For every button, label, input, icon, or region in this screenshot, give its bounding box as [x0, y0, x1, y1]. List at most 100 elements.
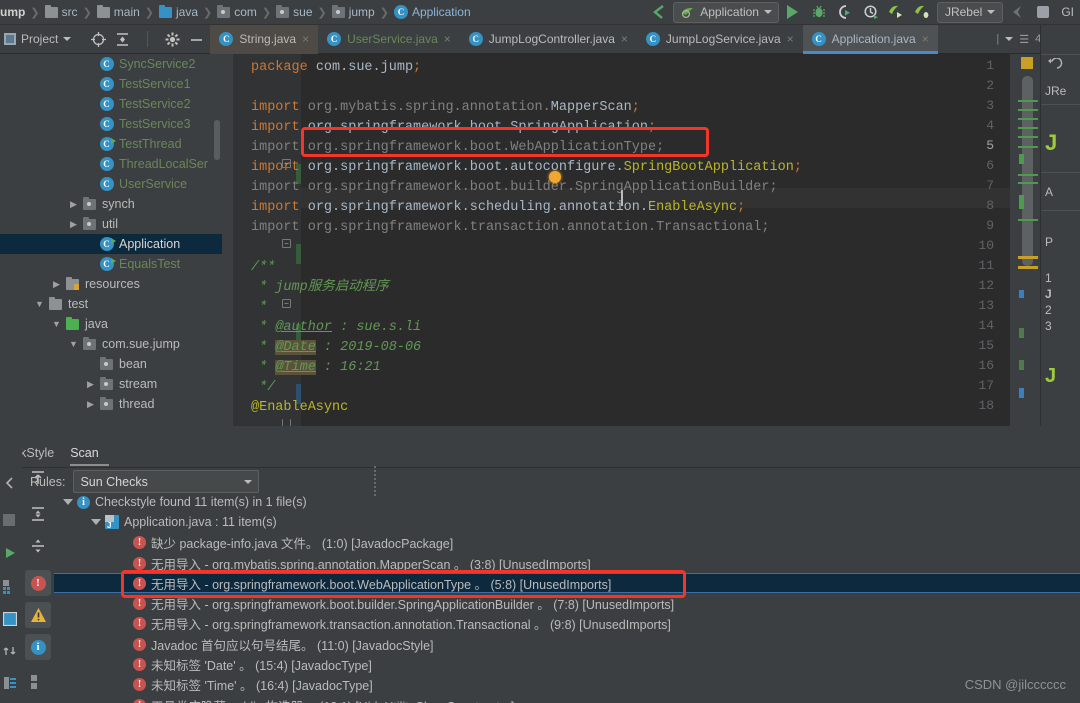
tree-item-bean[interactable]: bean [0, 354, 222, 374]
tree-item-resources[interactable]: ▶ resources [0, 274, 222, 294]
result-row[interactable]: i Checkstyle found 11 item(s) in 1 file(s… [54, 492, 1080, 512]
code-line[interactable]: import org.springframework.scheduling.an… [251, 198, 745, 218]
code-line[interactable]: import org.springframework.boot.SpringAp… [251, 118, 656, 138]
breadcrumb-item-ump[interactable]: ump ❯ [0, 5, 45, 19]
tab-scan[interactable]: Scan [70, 446, 109, 466]
jrebel-run-button[interactable] [885, 1, 909, 23]
result-row[interactable]: Application.java : 11 item(s) [54, 512, 1080, 532]
result-row[interactable]: ! 未知标签 'Time' 。 (16:4) [JavadocType] [54, 675, 1080, 695]
tree-expand-arrow[interactable]: ▼ [68, 339, 79, 349]
code-editor[interactable]: 1 2 3 4 5 6 7 8 9 10 11 12 13 14 15 16 17 18 package com.… [233, 54, 1040, 426]
collapse-all-icon[interactable] [115, 32, 130, 47]
tree-expand-arrow[interactable]: ▶ [85, 399, 96, 410]
jrebel-panel-label[interactable]: JRe [1045, 84, 1066, 98]
code-line[interactable]: /** [251, 258, 275, 278]
code-line[interactable]: * @Date : 2019-08-06 [251, 338, 421, 358]
tab-string-java[interactable]: C String.java × [210, 24, 319, 54]
tree-item-test[interactable]: ▼ test [0, 294, 222, 314]
code-line[interactable]: import org.springframework.boot.WebAppli… [251, 138, 664, 158]
close-icon[interactable]: × [444, 32, 451, 46]
breadcrumb-item-java[interactable]: java ❯ [159, 4, 217, 19]
database-icon[interactable] [3, 676, 19, 692]
code-line[interactable]: * jump服务启动程序 [251, 278, 389, 298]
breadcrumb-item-com[interactable]: com ❯ [217, 4, 276, 19]
tab-list-icon[interactable]: ☰ [1019, 33, 1029, 46]
fold-marker-javadoc-end[interactable] [281, 418, 292, 426]
result-row[interactable]: ! Javadoc 首句应以句号结尾。 (11:0) [JavadocStyle] [54, 634, 1080, 654]
tree-expand-arrow[interactable]: ▶ [85, 379, 96, 390]
code-line[interactable]: */ [251, 378, 275, 398]
code-line[interactable]: * @author : sue.s.li [251, 318, 421, 338]
tree-item-testservice1[interactable]: C TestService1 [0, 74, 222, 94]
update-icon[interactable] [3, 644, 19, 660]
tree-item-syncservice2[interactable]: C SyncService2 [0, 54, 222, 74]
tree-item-threadlocalser[interactable]: C ThreadLocalSer [0, 154, 222, 174]
close-icon[interactable]: × [621, 32, 628, 46]
tab-userservice-java[interactable]: C UserService.java × [318, 25, 460, 54]
tree-expand-arrow[interactable]: ▶ [51, 279, 62, 290]
result-expand-arrow[interactable] [90, 519, 102, 526]
tab-application-java[interactable]: C Application.java × [802, 24, 938, 54]
right-tool-panel[interactable]: JRe J A P 1 J 2 3 J [1040, 25, 1080, 426]
fold-marker-imports[interactable]: − [281, 158, 292, 169]
tree-expand-arrow[interactable]: ▶ [68, 199, 79, 210]
analysis-strip[interactable] [1010, 54, 1040, 426]
filter-errors-button[interactable]: ! [25, 570, 51, 596]
code-line[interactable]: package com.sue.jump; [251, 58, 421, 78]
close-icon[interactable]: × [302, 32, 309, 46]
intention-bulb-icon[interactable] [549, 171, 561, 183]
inspection-status-icon[interactable] [1021, 57, 1033, 69]
checkstyle-results-tree[interactable]: i Checkstyle found 11 item(s) in 1 file(s… [54, 492, 1080, 703]
code-line[interactable]: import org.springframework.transaction.a… [251, 218, 769, 238]
breadcrumb-item-main[interactable]: main ❯ [96, 4, 159, 19]
result-row[interactable]: ! 工具类应隐藏 public 构造器。 (18:1) [HideUtilityC… [54, 695, 1080, 703]
tree-item-application[interactable]: C Application [0, 234, 222, 254]
tree-expand-arrow[interactable]: ▶ [68, 219, 79, 230]
grid-small-icon[interactable] [28, 672, 48, 692]
tree-item-com-sue-jump[interactable]: ▼ com.sue.jump [0, 334, 222, 354]
fold-marker-imports-end[interactable]: − [281, 238, 292, 249]
tree-item-thread[interactable]: ▶ thread [0, 394, 222, 414]
tree-expand-arrow[interactable]: ▼ [34, 299, 45, 309]
project-tree[interactable]: C SyncService2 C TestService1 C TestService2 C… [0, 54, 222, 426]
code-line[interactable]: import org.springframework.boot.autoconf… [251, 158, 802, 178]
locate-icon[interactable] [91, 31, 107, 47]
collapse-left-icon[interactable] [3, 476, 19, 492]
code-line[interactable]: @EnableAsync [251, 398, 348, 418]
result-row[interactable]: ! 无用导入 - org.springframework.boot.WebAppl… [54, 573, 1080, 594]
scan-current-file-icon[interactable] [28, 468, 48, 488]
result-row[interactable]: ! 无用导入 - org.springframework.transaction.… [54, 614, 1080, 634]
jrebel-selector[interactable]: JRebel [936, 1, 1004, 23]
tab-jumplogcontroller-java[interactable]: C JumpLogController.java × [460, 25, 637, 54]
tree-expand-arrow[interactable]: ▼ [51, 319, 62, 329]
tree-item-testservice2[interactable]: C TestService2 [0, 94, 222, 114]
run-with-coverage-button[interactable] [833, 1, 857, 23]
code-line[interactable]: import org.mybatis.spring.annotation.Map… [251, 98, 640, 118]
tab-jumplogservice-java[interactable]: C JumpLogService.java × [637, 25, 803, 54]
tree-item-synch[interactable]: ▶ synch [0, 194, 222, 214]
run-button[interactable] [781, 1, 805, 23]
grid-icon[interactable] [3, 580, 19, 596]
tree-item-testthread[interactable]: C TestThread [0, 134, 222, 154]
close-icon[interactable]: × [787, 32, 794, 46]
code-line[interactable]: * @Time : 16:21 [251, 358, 381, 378]
result-row[interactable]: ! 无用导入 - org.mybatis.spring.annotation.Ma… [54, 553, 1080, 573]
result-row[interactable]: ! 未知标签 'Date' 。 (15:4) [JavadocType] [54, 654, 1080, 674]
run-configuration-selector[interactable]: Application [673, 1, 779, 23]
terminal-icon[interactable] [2, 611, 19, 628]
tree-item-testservice3[interactable]: C TestService3 [0, 114, 222, 134]
project-tool-window-header[interactable]: Project [0, 32, 72, 46]
result-expand-arrow[interactable] [62, 499, 74, 506]
expand-all-icon[interactable] [28, 504, 48, 524]
breadcrumb-item-jump[interactable]: jump ❯ [331, 4, 394, 19]
undo-icon[interactable] [1045, 57, 1063, 75]
tree-item-equalstest[interactable]: C EqualsTest [0, 254, 222, 274]
fold-marker-javadoc[interactable]: − [281, 298, 292, 309]
collapse-all-icon[interactable] [28, 536, 48, 556]
structure-icon[interactable] [3, 514, 15, 526]
breadcrumb-item-application[interactable]: C Application [393, 5, 471, 19]
result-row[interactable]: ! 缺少 package-info.java 文件。 (1:0) [Javadoc… [54, 533, 1080, 553]
jrebel-debug-button[interactable] [911, 1, 935, 23]
tree-item-java[interactable]: ▼ java [0, 314, 222, 334]
tree-item-stream[interactable]: ▶ stream [0, 374, 222, 394]
